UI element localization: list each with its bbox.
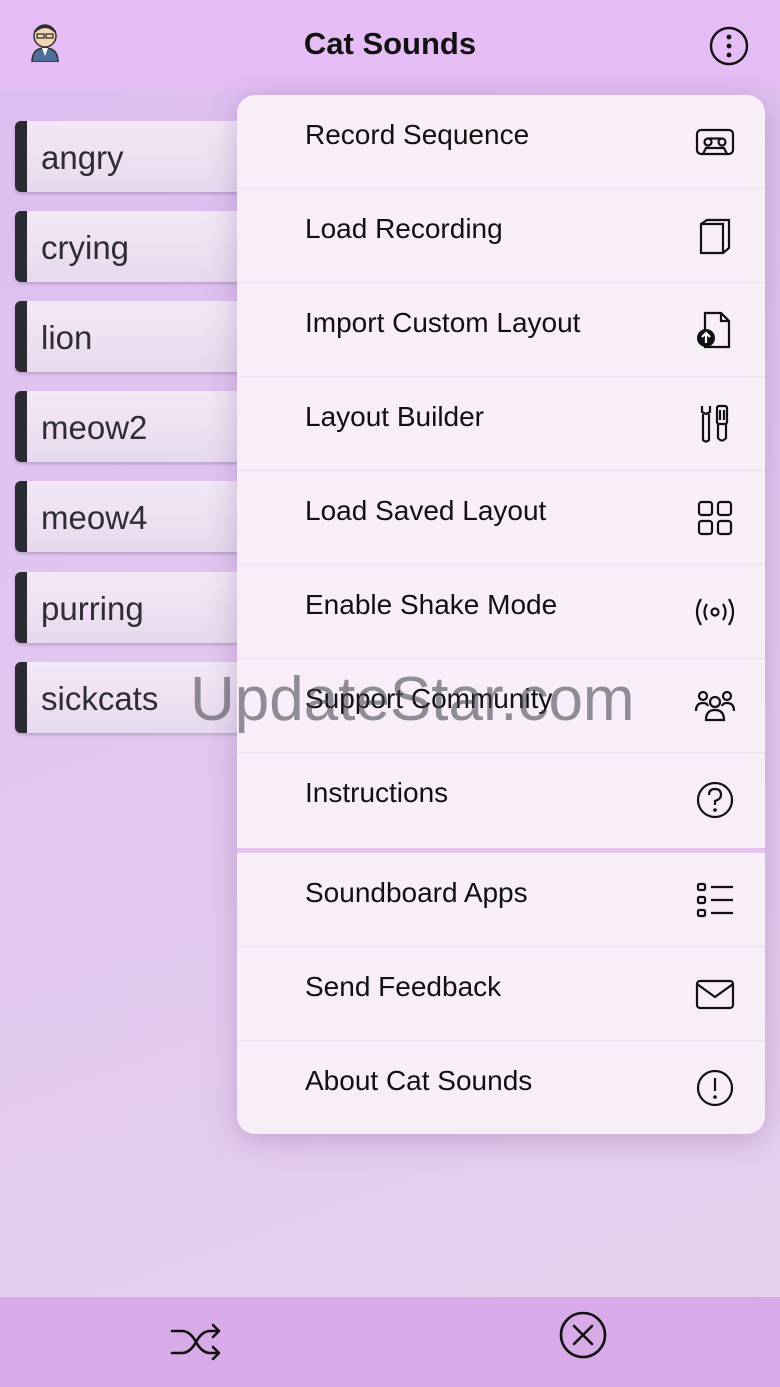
menu-item-label: Layout Builder (305, 401, 485, 432)
menu-item-send-feedback[interactable]: Send Feedback (237, 947, 765, 1041)
folder-icon (699, 218, 731, 255)
cassette-icon (695, 128, 735, 156)
menu-item-label: Import Custom Layout (305, 307, 581, 338)
menu-item-label: Instructions (305, 777, 449, 808)
broadcast-icon (695, 598, 735, 626)
menu-item-about[interactable]: About Cat Sounds (237, 1041, 765, 1134)
sound-label: angry (41, 139, 124, 176)
menu-item-label: Soundboard Apps (305, 877, 528, 908)
envelope-icon (695, 979, 735, 1010)
sound-button-meow2[interactable]: meow2 (15, 391, 255, 462)
sound-button-lion[interactable]: lion (15, 301, 255, 372)
grid-icon (697, 500, 733, 536)
sound-label: purring (41, 590, 144, 627)
list-icon (696, 882, 733, 918)
file-upload-icon (697, 311, 731, 349)
sound-button-crying[interactable]: crying (15, 211, 255, 282)
menu-item-label: Load Saved Layout (305, 495, 547, 526)
menu-item-record-sequence[interactable]: Record Sequence (237, 95, 765, 189)
menu-item-label: Send Feedback (305, 971, 502, 1002)
sound-button-meow4[interactable]: meow4 (15, 481, 255, 552)
menu-item-label: About Cat Sounds (305, 1065, 533, 1096)
question-circle-icon (696, 781, 734, 819)
menu-item-load-saved-layout[interactable]: Load Saved Layout (237, 471, 765, 565)
sound-label: crying (41, 229, 130, 266)
close-circle-icon[interactable] (557, 1309, 609, 1361)
menu-item-layout-builder[interactable]: Layout Builder (237, 377, 765, 471)
sound-label: lion (41, 319, 93, 356)
header: Cat Sounds (0, 0, 780, 90)
menu-item-load-recording[interactable]: Load Recording (237, 189, 765, 283)
sound-label: meow2 (41, 409, 148, 446)
menu-item-support-community[interactable]: Support Community (237, 659, 765, 753)
menu-item-soundboard-apps[interactable]: Soundboard Apps (237, 853, 765, 947)
shuffle-icon[interactable] (168, 1314, 224, 1370)
menu-item-label: Record Sequence (305, 119, 530, 150)
sound-label: sickcats (41, 680, 159, 717)
overflow-menu: Record Sequence Load Recording Import Cu… (237, 95, 765, 1134)
page-title: Cat Sounds (303, 26, 477, 61)
community-icon (694, 690, 736, 722)
menu-item-label: Enable Shake Mode (305, 589, 558, 620)
menu-item-label: Support Community (305, 683, 553, 714)
more-vertical-circle-icon[interactable] (709, 26, 749, 66)
menu-item-enable-shake-mode[interactable]: Enable Shake Mode (237, 565, 765, 659)
info-circle-icon (696, 1069, 734, 1107)
sound-button-sickcats[interactable]: sickcats (15, 662, 255, 733)
footer-toolbar (0, 1297, 780, 1387)
menu-item-label: Load Recording (305, 213, 503, 244)
sound-button-purring[interactable]: purring (15, 572, 255, 643)
sound-button-angry[interactable]: angry (15, 121, 255, 192)
sound-label: meow4 (41, 499, 148, 536)
menu-item-instructions[interactable]: Instructions (237, 753, 765, 848)
menu-item-import-custom-layout[interactable]: Import Custom Layout (237, 283, 765, 377)
tools-icon (700, 404, 729, 443)
